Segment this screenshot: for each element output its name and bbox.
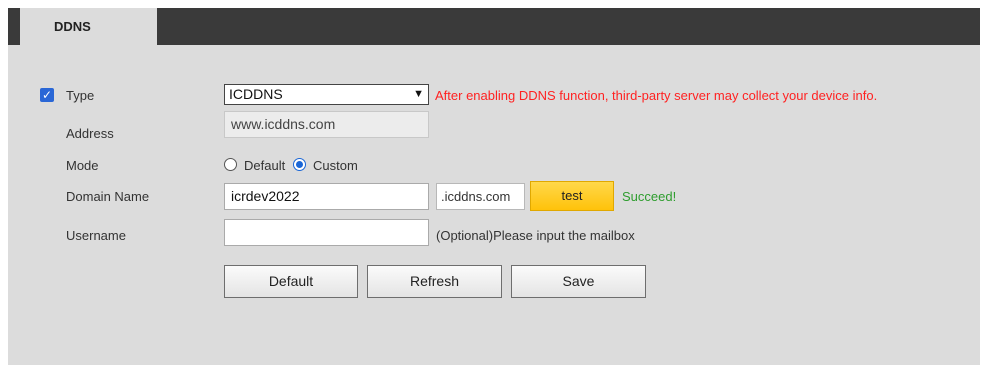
test-button[interactable]: test [530,181,614,211]
address-input: www.icddns.com [224,111,429,138]
domain-name-input[interactable]: icrdev2022 [224,183,429,210]
mode-default-label: Default [244,158,286,173]
address-label: Address [66,126,114,141]
type-select-value: ICDDNS [229,86,283,102]
type-label: Type [66,88,95,103]
username-label: Username [66,228,126,243]
username-hint: (Optional)Please input the mailbox [436,228,635,243]
refresh-button[interactable]: Refresh [367,265,502,298]
domain-name-label: Domain Name [66,189,150,204]
tab-bar: DDNS [8,8,980,45]
mode-custom-label: Custom [313,158,358,173]
settings-panel: DDNS ✓ Type ICDDNS ▼ After enabling DDNS… [8,8,980,365]
enable-ddns-checkbox[interactable]: ✓ [40,88,54,102]
mode-default-radio[interactable] [224,158,237,171]
chevron-down-icon: ▼ [413,88,424,100]
save-button[interactable]: Save [511,265,646,298]
username-input[interactable] [224,219,429,246]
test-status-text: Succeed! [622,189,677,204]
mode-label: Mode [66,158,99,173]
mode-custom-radio[interactable] [293,158,306,171]
tab-ddns[interactable]: DDNS [20,8,157,45]
type-select[interactable]: ICDDNS ▼ [224,84,429,105]
page-top-cut [0,0,985,8]
domain-suffix: .icddns.com [436,183,525,210]
ddns-warning-text: After enabling DDNS function, third-part… [435,88,878,103]
default-button[interactable]: Default [224,265,358,298]
